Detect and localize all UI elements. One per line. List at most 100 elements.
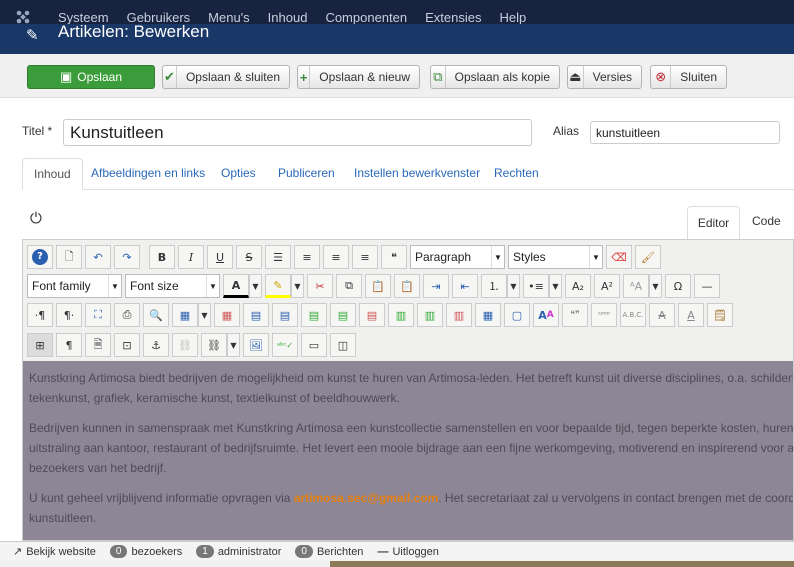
cell-props-icon[interactable]: ▤ [243,303,269,327]
text-color-icon[interactable]: A [223,274,249,298]
cut-icon[interactable]: ✂ [307,274,333,298]
outdent-icon[interactable]: ⇤ [452,274,478,298]
tab-afbeeldingen[interactable]: Afbeeldingen en links [91,166,205,180]
tab-rechten[interactable]: Rechten [494,166,539,180]
font-size-select[interactable]: Font size ▼ [125,274,220,298]
editor-content[interactable]: Kunstkring Artimosa biedt bedrijven de m… [23,361,793,540]
chevron-down-icon[interactable]: ▼ [291,274,304,298]
table-icon[interactable]: ▦ [172,303,198,327]
search-replace-icon[interactable]: 🔍 [143,303,169,327]
merge-cells-icon[interactable]: ▦ [475,303,501,327]
save-copy-button[interactable]: ⧉ Opslaan als kopie [430,65,560,89]
delete-col-icon[interactable]: ▥ [446,303,472,327]
close-button[interactable]: ⊗ Sluiten [650,65,727,89]
unlink-icon[interactable]: ⛓ [172,333,198,357]
quote-icon[interactable]: ❝❞ [562,303,588,327]
subscript-icon[interactable]: A₂ [565,274,591,298]
omega-icon[interactable]: Ω [665,274,691,298]
copy-icon[interactable]: ⧉ [336,274,362,298]
text-style-icon[interactable]: AA [533,303,559,327]
help-icon[interactable]: ? [27,245,53,269]
split-cells-icon[interactable]: ▢ [504,303,530,327]
horizontal-rule-icon[interactable]: — [694,274,720,298]
nav-inhoud[interactable]: Inhoud [268,10,308,25]
messages-item[interactable]: 0 Berichten [295,545,363,558]
chevron-down-icon[interactable]: ▼ [249,274,262,298]
alias-input[interactable] [590,121,780,144]
toggle-editor-icon[interactable]: ⏻ [30,210,42,227]
nav-help[interactable]: Help [499,10,526,25]
align-center-icon[interactable]: ≡ [294,245,320,269]
admins-item[interactable]: 1 administrator [196,545,281,558]
align-justify-icon[interactable]: ☰ [265,245,291,269]
logout-link[interactable]: — Uitloggen [377,546,438,558]
save-new-button[interactable]: + Opslaan & nieuw [297,65,420,89]
eraser-icon[interactable]: ⌫ [606,245,632,269]
redo-icon[interactable]: ↷ [114,245,140,269]
highlight-icon[interactable]: ✎ [265,274,291,298]
link-icon[interactable]: ⛓ [201,333,227,357]
page-break-icon[interactable]: ▭ [301,333,327,357]
delete-table-icon[interactable]: ▦ [214,303,240,327]
print-icon[interactable]: ⎙ [114,303,140,327]
email-link[interactable]: artimosa.sec@gmail.com [294,491,438,505]
chevron-down-icon[interactable]: ▼ [549,274,562,298]
view-site-link[interactable]: ↗ Bekijk website [13,545,96,559]
abbr-icon[interactable]: ᴬᴮᴮᴿ [591,303,617,327]
align-left-icon[interactable]: ≡ [323,245,349,269]
row-props-icon[interactable]: ▤ [272,303,298,327]
tab-code[interactable]: Code [752,214,781,228]
styles-select[interactable]: Styles ▼ [508,245,603,269]
indent-icon[interactable]: ⇥ [423,274,449,298]
chevron-down-icon[interactable]: ▼ [507,274,520,298]
align-right-icon[interactable]: ≡ [352,245,378,269]
bold-icon[interactable]: B [149,245,175,269]
preview-icon[interactable]: ◫ [330,333,356,357]
superscript-icon[interactable]: A² [594,274,620,298]
insert-col-after-icon[interactable]: ▥ [417,303,443,327]
clean-up-icon[interactable]: 🖌 [635,245,661,269]
chevron-down-icon[interactable]: ▼ [649,274,662,298]
tab-editor[interactable]: Editor [687,206,740,240]
save-close-button[interactable]: ✔ Opslaan & sluiten [162,65,290,89]
strikethrough-icon[interactable]: S [236,245,262,269]
underline-icon[interactable]: U [207,245,233,269]
paste-icon[interactable]: 📋 [365,274,391,298]
tab-instellen[interactable]: Instellen bewerkvenster [354,166,480,180]
acronym-icon[interactable]: A.B.C. [620,303,646,327]
insert-text-icon[interactable]: A [678,303,704,327]
tab-opties[interactable]: Opties [221,166,256,180]
save-button[interactable]: ▣ Opslaan [27,65,155,89]
font-family-select[interactable]: Font family ▼ [27,274,122,298]
versions-button[interactable]: ⏏ Versies [567,65,642,89]
delete-text-icon[interactable]: A [649,303,675,327]
layer-icon[interactable]: ⊡ [114,333,140,357]
format-select[interactable]: Paragraph ▼ [410,245,505,269]
attributes-icon[interactable]: 🗒 [707,303,733,327]
title-input[interactable] [63,119,532,146]
nav-menus[interactable]: Menu's [208,10,250,25]
visitors-item[interactable]: 0 bezoekers [109,545,182,558]
chevron-down-icon[interactable]: ▼ [227,333,240,357]
fullscreen-icon[interactable]: ⛶ [85,303,111,327]
new-document-icon[interactable]: 🗋 [56,245,82,269]
paste-text-icon[interactable]: 📋 [394,274,420,298]
numbered-list-icon[interactable]: ⒈ [481,274,507,298]
special-char-a-icon[interactable]: ᴬA [623,274,649,298]
spellcheck-icon[interactable]: ᵃᵇᶜ✓ [272,333,298,357]
insert-col-before-icon[interactable]: ▥ [388,303,414,327]
tab-inhoud[interactable]: Inhoud [22,158,83,190]
italic-icon[interactable]: I [178,245,204,269]
show-blocks-icon[interactable]: ¶ [56,333,82,357]
tab-publiceren[interactable]: Publiceren [278,166,335,180]
nav-componenten[interactable]: Componenten [325,10,407,25]
visual-aid-icon[interactable]: ⊞ [27,333,53,357]
image-icon[interactable]: 🖼 [243,333,269,357]
undo-icon[interactable]: ↶ [85,245,111,269]
insert-row-before-icon[interactable]: ▤ [301,303,327,327]
insert-row-after-icon[interactable]: ▤ [330,303,356,327]
template-icon[interactable]: 🗎 [85,333,111,357]
chevron-down-icon[interactable]: ▼ [198,303,211,327]
bullet-list-icon[interactable]: •≡ [523,274,549,298]
blockquote-icon[interactable]: ❝ [381,245,407,269]
